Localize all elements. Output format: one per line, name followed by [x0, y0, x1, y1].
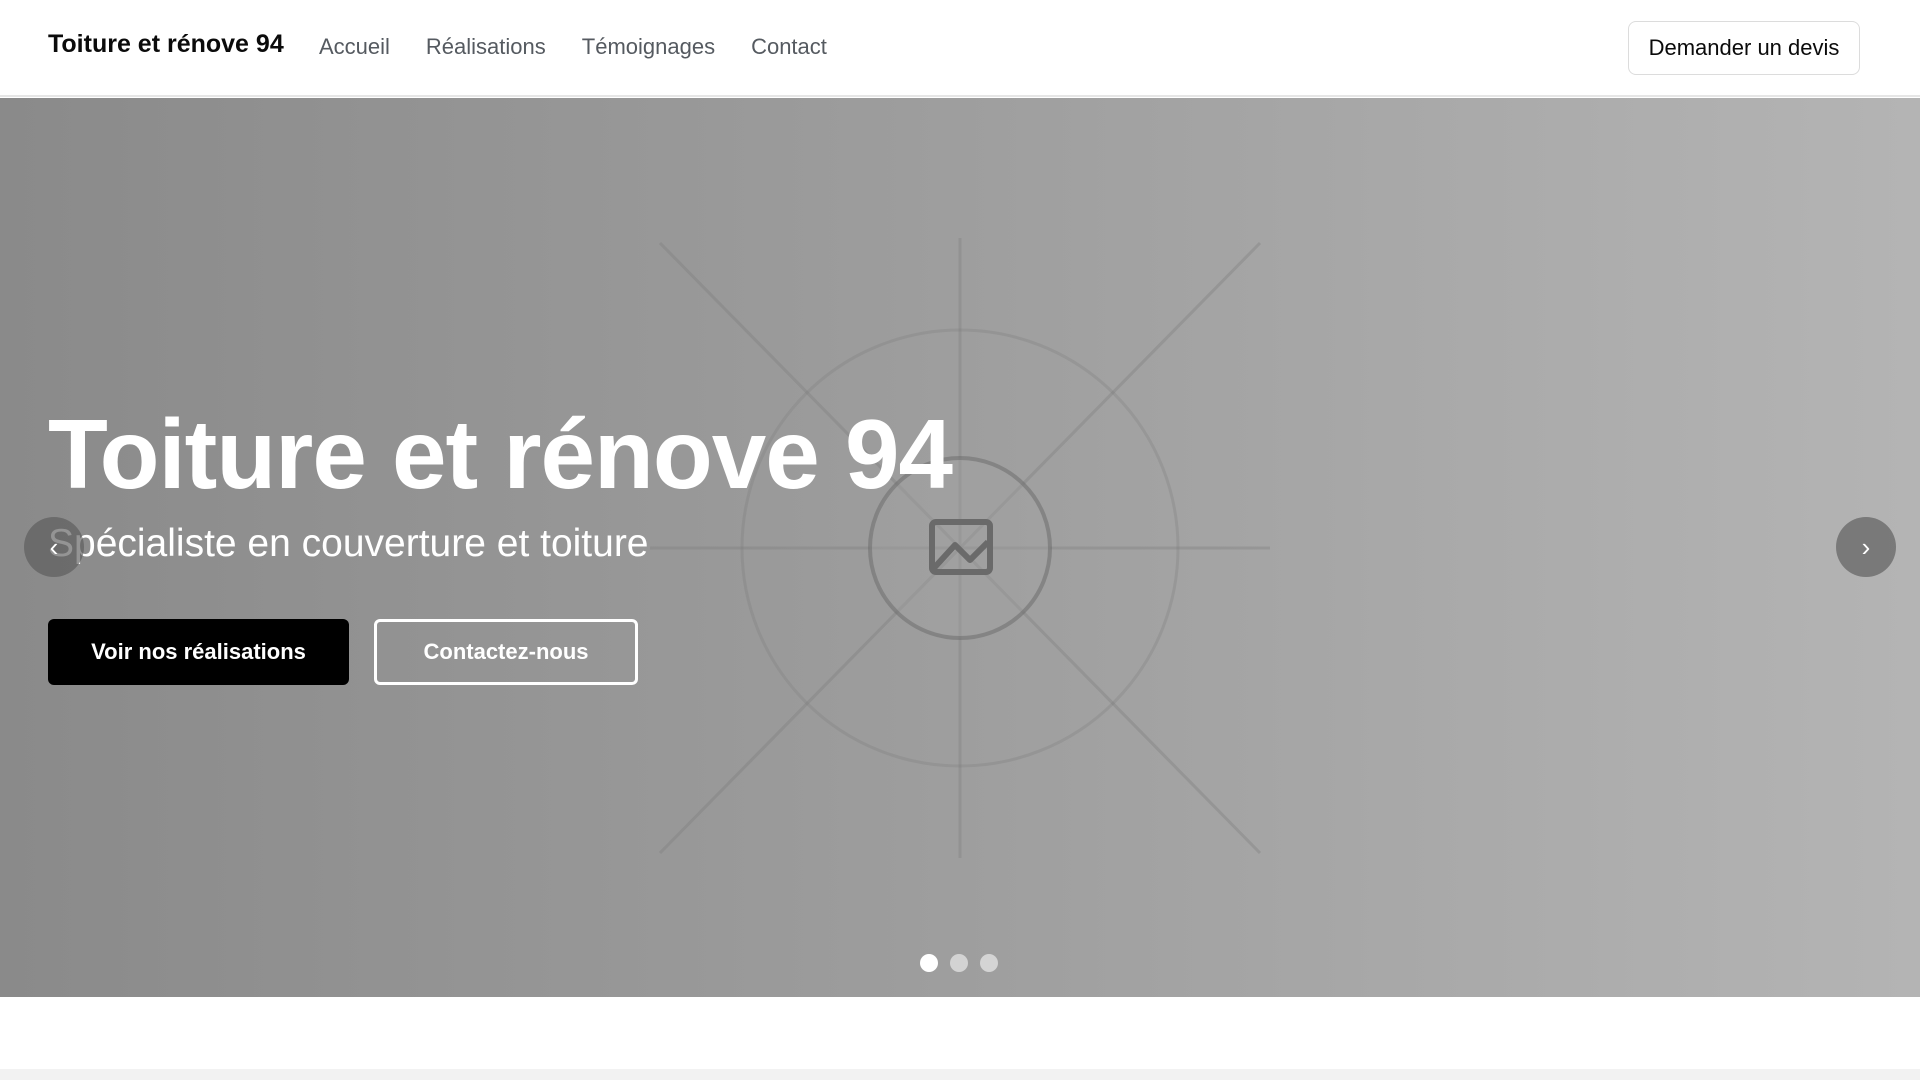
carousel-next-button[interactable]: ›: [1836, 517, 1896, 577]
carousel-prev-button[interactable]: ‹: [24, 517, 84, 577]
contact-us-button[interactable]: Contactez-nous: [374, 619, 638, 685]
view-projects-button[interactable]: Voir nos réalisations: [48, 619, 349, 685]
hero-title: Toiture et rénove 94: [48, 399, 953, 509]
chevron-right-icon: ›: [1861, 531, 1871, 562]
nav-link-realisations[interactable]: Réalisations: [426, 34, 546, 60]
next-section-edge: [0, 1069, 1920, 1080]
section-spacer: [0, 997, 1920, 1069]
carousel-dot-2[interactable]: [950, 954, 968, 972]
carousel-dot-1[interactable]: [920, 954, 938, 972]
brand-logo[interactable]: Toiture et rénove 94: [48, 30, 284, 59]
carousel-dot-3[interactable]: [980, 954, 998, 972]
site-header: Toiture et rénove 94 Accueil Réalisation…: [0, 0, 1920, 97]
main-nav: Accueil Réalisations Témoignages Contact: [319, 34, 863, 60]
hero-carousel: Toiture et rénove 94 Spécialiste en couv…: [0, 98, 1920, 997]
nav-link-accueil[interactable]: Accueil: [319, 34, 390, 60]
chevron-left-icon: ‹: [49, 531, 59, 562]
hero-subtitle: Spécialiste en couverture et toiture: [48, 522, 649, 565]
carousel-indicators: [920, 954, 998, 972]
nav-link-temoignages[interactable]: Témoignages: [582, 34, 715, 60]
request-quote-button[interactable]: Demander un devis: [1628, 21, 1860, 75]
nav-link-contact[interactable]: Contact: [751, 34, 827, 60]
